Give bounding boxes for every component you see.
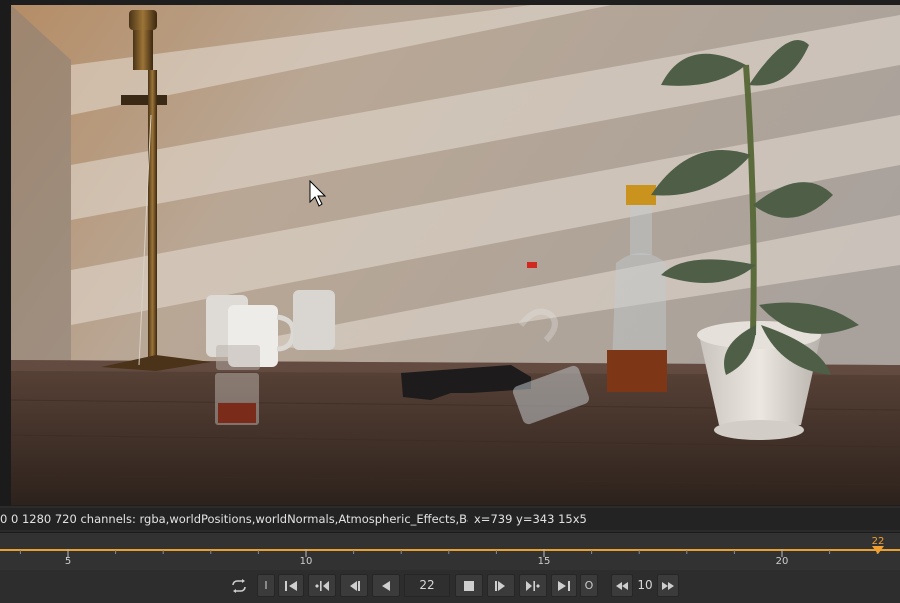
step-back-increment-icon xyxy=(616,581,628,590)
last-frame-button[interactable] xyxy=(551,574,577,597)
next-frame-icon xyxy=(495,580,505,591)
info-coords-text: x=739 y=343 15x5 xyxy=(474,512,587,526)
next-keyframe-button[interactable] xyxy=(519,574,547,597)
previous-frame-button[interactable] xyxy=(340,574,368,597)
first-frame-button[interactable] xyxy=(278,574,304,597)
timeline-slider[interactable]: 5 10 15 20 22 xyxy=(0,532,900,571)
viewer-left-border xyxy=(0,0,11,506)
playback-controls: I 22 O 10 xyxy=(0,570,900,603)
render-image[interactable] xyxy=(11,5,900,505)
previous-keyframe-icon xyxy=(315,580,329,591)
loop-mode-button[interactable] xyxy=(226,574,252,597)
viewer-info-bar: 0 0 1280 720 channels: rgba,worldPositio… xyxy=(0,508,900,530)
viewer-panel[interactable] xyxy=(0,0,900,506)
stop-icon xyxy=(464,580,474,591)
tick-label-10: 10 xyxy=(299,556,313,567)
loop-mode-icon xyxy=(232,578,246,593)
mouse-pointer-icon xyxy=(309,180,327,207)
last-frame-icon xyxy=(558,580,570,591)
previous-keyframe-button[interactable] xyxy=(308,574,336,597)
frame-increment-field[interactable]: 10 xyxy=(633,574,657,597)
out-point-button[interactable]: O xyxy=(580,574,598,597)
first-frame-icon xyxy=(285,580,297,591)
step-forward-increment-icon xyxy=(662,581,674,590)
current-frame-label: 22 xyxy=(871,536,885,547)
play-backward-icon xyxy=(382,580,390,591)
next-frame-button[interactable] xyxy=(487,574,515,597)
timeline-ruler xyxy=(0,546,900,557)
tick-label-20: 20 xyxy=(775,556,789,567)
tick-label-15: 15 xyxy=(537,556,551,567)
play-backward-button[interactable] xyxy=(372,574,400,597)
step-back-increment-button[interactable] xyxy=(611,574,633,597)
in-point-button[interactable]: I xyxy=(257,574,275,597)
step-forward-increment-button[interactable] xyxy=(657,574,679,597)
info-channels-text: 0 0 1280 720 channels: rgba,worldPositio… xyxy=(0,512,468,526)
stop-button[interactable] xyxy=(455,574,483,597)
previous-frame-icon xyxy=(350,580,360,591)
next-keyframe-icon xyxy=(526,580,540,591)
frame-number-field[interactable]: 22 xyxy=(404,574,450,597)
tick-label-5: 5 xyxy=(64,556,72,567)
